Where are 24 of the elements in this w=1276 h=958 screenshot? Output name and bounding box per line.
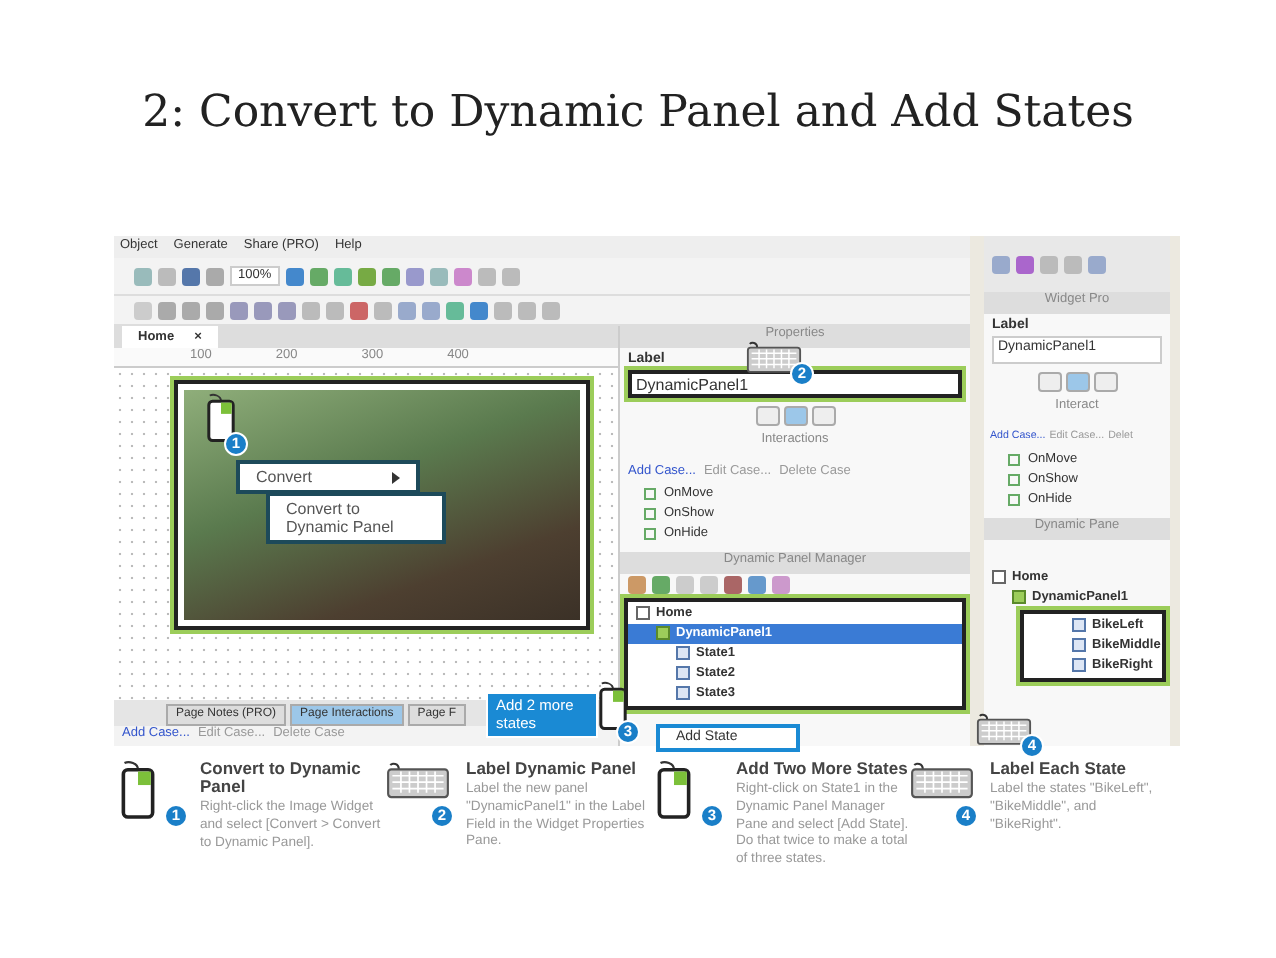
step-title: Convert to Dynamic Panel (200, 760, 363, 796)
pane-tab-icon[interactable] (1037, 372, 1061, 393)
keyboard-icon (910, 760, 974, 800)
pane-tab-icon[interactable] (755, 406, 779, 427)
page-icon (636, 606, 650, 621)
panel-icon (656, 626, 670, 641)
pane-tab-icon[interactable] (1065, 372, 1089, 393)
pane-tab-icon[interactable] (811, 406, 835, 427)
keyboard-icon (386, 760, 450, 800)
page-icon (992, 570, 1006, 585)
submenu-arrow-icon (392, 471, 400, 484)
step-title: Add Two More States (736, 760, 910, 778)
mouse-icon (656, 760, 692, 820)
slide-title: 2: Convert to Dynamic Panel and Add States (140, 86, 1136, 142)
submenu[interactable]: Convert to Dynamic Panel (266, 492, 446, 545)
pane-tab-icon[interactable] (1093, 372, 1117, 393)
mouse-icon (120, 760, 156, 820)
panel-icon (1012, 590, 1026, 605)
step-title: Label Each State (990, 760, 1129, 778)
mouse-icon (206, 392, 236, 444)
pane-tab-icon[interactable] (783, 406, 807, 427)
context-menu-item[interactable]: Convert (236, 460, 420, 495)
keyboard-icon (746, 340, 802, 374)
step-title: Label Dynamic Panel (466, 760, 639, 778)
